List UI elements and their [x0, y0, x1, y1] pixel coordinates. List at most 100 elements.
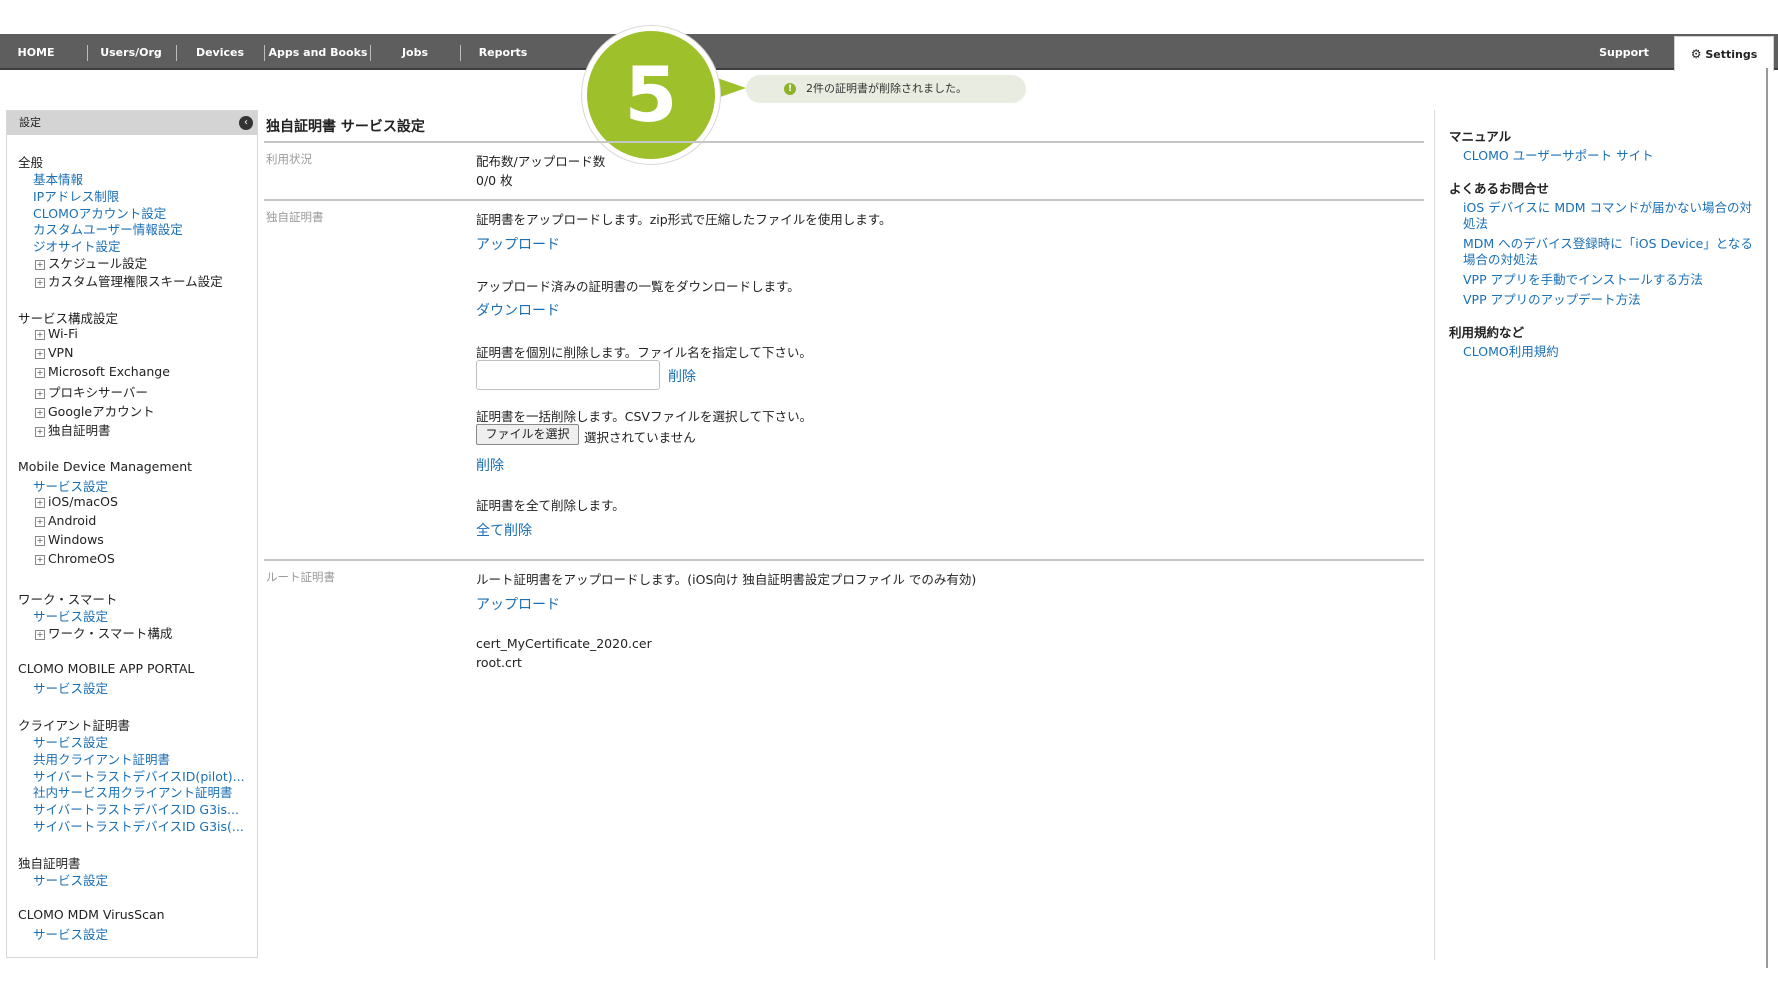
sidebar-header: 設定 ‹ [7, 111, 257, 135]
section-divider [264, 559, 1424, 561]
expand-icon: + [35, 498, 45, 508]
expand-icon: + [35, 330, 45, 340]
sidebar-tree-item[interactable]: + Wi-Fi [35, 326, 78, 341]
terms-heading: 利用規約など [1449, 325, 1525, 340]
nav-devices[interactable]: Devices [182, 34, 258, 68]
delete-all-description: 証明書を全て削除します。 [476, 498, 625, 513]
expand-icon: + [35, 408, 45, 418]
download-link[interactable]: ダウンロード [476, 300, 560, 320]
expand-icon: + [35, 555, 45, 565]
delete-all-link[interactable]: 全て削除 [476, 520, 532, 540]
root-cert-file: root.crt [476, 655, 522, 670]
custom-cert-label: 独自証明書 [266, 210, 324, 224]
nav-reports[interactable]: Reports [466, 34, 540, 68]
choose-file-button[interactable]: ファイルを選択 [476, 424, 579, 445]
root-cert-file: cert_MyCertificate_2020.cer [476, 636, 652, 651]
tree-label: スケジュール設定 [48, 256, 148, 271]
faq-heading: よくあるお問合せ [1449, 181, 1550, 196]
expand-icon: + [35, 278, 45, 288]
delete-one-description: 証明書を個別に削除します。ファイル名を指定して下さい。 [476, 345, 812, 360]
notification-toast: ! 2件の証明書が削除されました。 [746, 75, 1026, 103]
expand-icon: + [35, 368, 45, 378]
nav-users-org[interactable]: Users/Org [92, 34, 170, 68]
tree-label: ワーク・スマート構成 [48, 626, 173, 641]
title-divider [264, 141, 1424, 143]
toast-message: 2件の証明書が削除されました。 [806, 82, 967, 95]
certificate-filename-input[interactable] [476, 360, 660, 390]
page-title: 独自証明書 サービス設定 [266, 119, 425, 135]
nav-settings-label: Settings [1705, 48, 1758, 61]
expand-icon: + [35, 630, 45, 640]
sidebar-section-title: Mobile Device Management [18, 459, 193, 474]
usage-heading: 配布数/アップロード数 [476, 154, 606, 169]
tree-label: Googleアカウント [48, 404, 155, 419]
sidebar-section-title: サービス構成設定 [18, 311, 119, 326]
tree-label: iOS/macOS [48, 494, 118, 509]
help-link[interactable]: VPP アプリのアップデート方法 [1463, 292, 1753, 308]
tree-label: Microsoft Exchange [48, 364, 170, 379]
nav-divider [460, 45, 461, 61]
sidebar-tree-item[interactable]: + スケジュール設定 [35, 253, 147, 272]
sidebar-tree-item[interactable]: + ChromeOS [35, 551, 115, 566]
sidebar-section-title: CLOMO MOBILE APP PORTAL [18, 661, 195, 676]
root-upload-link[interactable]: アップロード [476, 594, 560, 614]
expand-icon: + [35, 349, 45, 359]
expand-icon: + [35, 536, 45, 546]
file-status: 選択されていません [584, 430, 696, 445]
sidebar-tree-item[interactable]: + カスタム管理権限スキーム設定 [35, 271, 223, 290]
sidebar-tree-item[interactable]: + プロキシサーバー [35, 382, 148, 401]
bulk-delete-description: 証明書を一括削除します。CSVファイルを選択して下さい。 [476, 409, 813, 424]
usage-label: 利用状況 [266, 152, 312, 166]
top-nav: HOME Users/Org Devices Apps and Books Jo… [0, 34, 1778, 71]
nav-home[interactable]: HOME [8, 34, 64, 68]
sidebar-tree-item[interactable]: + ワーク・スマート構成 [35, 623, 172, 642]
sidebar-link[interactable]: サービス設定 [33, 924, 108, 943]
sidebar-tree-item[interactable]: + Android [35, 513, 96, 528]
tree-label: Android [48, 513, 97, 528]
nav-jobs[interactable]: Jobs [378, 34, 452, 68]
nav-divider [264, 45, 265, 61]
bulk-delete-link[interactable]: 削除 [476, 455, 504, 475]
nav-support[interactable]: Support [1588, 34, 1660, 68]
sidebar-tree-item[interactable]: + VPN [35, 345, 73, 360]
sidebar-tree-item[interactable]: + 独自証明書 [35, 420, 111, 439]
sidebar-link[interactable]: サービス設定 [33, 678, 108, 697]
sidebar-tree-item[interactable]: + Googleアカウント [35, 401, 155, 420]
sidebar-link[interactable]: サービス設定 [33, 870, 108, 889]
help-link[interactable]: iOS デバイスに MDM コマンドが届かない場合の対処法 [1463, 200, 1753, 232]
window-edge [1766, 68, 1768, 968]
help-link[interactable]: VPP アプリを手動でインストールする方法 [1463, 272, 1753, 288]
step-badge: 5 [582, 26, 720, 164]
upload-description: 証明書をアップロードします。zip形式で圧縮したファイルを使用します。 [476, 212, 892, 227]
delete-one-link[interactable]: 削除 [668, 366, 696, 386]
collapse-sidebar-icon[interactable]: ‹ [239, 116, 253, 130]
help-link[interactable]: CLOMO ユーザーサポート サイト [1463, 148, 1753, 164]
settings-sidebar: 設定 ‹ 全般 基本情報 IPアドレス制限 CLOMOアカウント設定 カスタムユ… [6, 110, 258, 958]
gear-icon: ⚙ [1690, 47, 1702, 61]
sidebar-tree-item[interactable]: + iOS/macOS [35, 494, 118, 509]
usage-value: 0/0 枚 [476, 173, 513, 188]
root-cert-label: ルート証明書 [266, 570, 335, 584]
expand-icon: + [35, 389, 45, 399]
sidebar-link[interactable]: サービス設定 [33, 476, 108, 495]
root-upload-description: ルート証明書をアップロードします。(iOS向け 独自証明書設定プロファイル での… [476, 572, 977, 587]
tree-label: ChromeOS [48, 551, 115, 566]
tree-label: 独自証明書 [48, 423, 111, 438]
help-panel: マニュアル CLOMO ユーザーサポート サイト よくあるお問合せ iOS デバ… [1434, 110, 1765, 960]
nav-divider [87, 45, 88, 61]
sidebar-tree-item[interactable]: + Microsoft Exchange [35, 364, 170, 379]
sidebar-tree-item[interactable]: + Windows [35, 532, 104, 547]
download-description: アップロード済みの証明書の一覧をダウンロードします。 [476, 279, 800, 294]
section-divider [264, 199, 1424, 201]
sidebar-section-title: CLOMO MDM VirusScan [18, 907, 165, 922]
help-link[interactable]: MDM へのデバイス登録時に「iOS Device」となる場合の対処法 [1463, 236, 1753, 268]
tree-label: プロキシサーバー [48, 385, 148, 400]
expand-icon: + [35, 427, 45, 437]
sidebar-link[interactable]: サイバートラストデバイスID G3is(... [33, 816, 244, 835]
upload-link[interactable]: アップロード [476, 234, 560, 254]
nav-settings[interactable]: ⚙ Settings [1674, 36, 1774, 71]
tree-label: Windows [48, 532, 104, 547]
nav-apps-and-books[interactable]: Apps and Books [268, 34, 368, 68]
expand-icon: + [35, 260, 45, 270]
help-link[interactable]: CLOMO利用規約 [1463, 344, 1753, 360]
